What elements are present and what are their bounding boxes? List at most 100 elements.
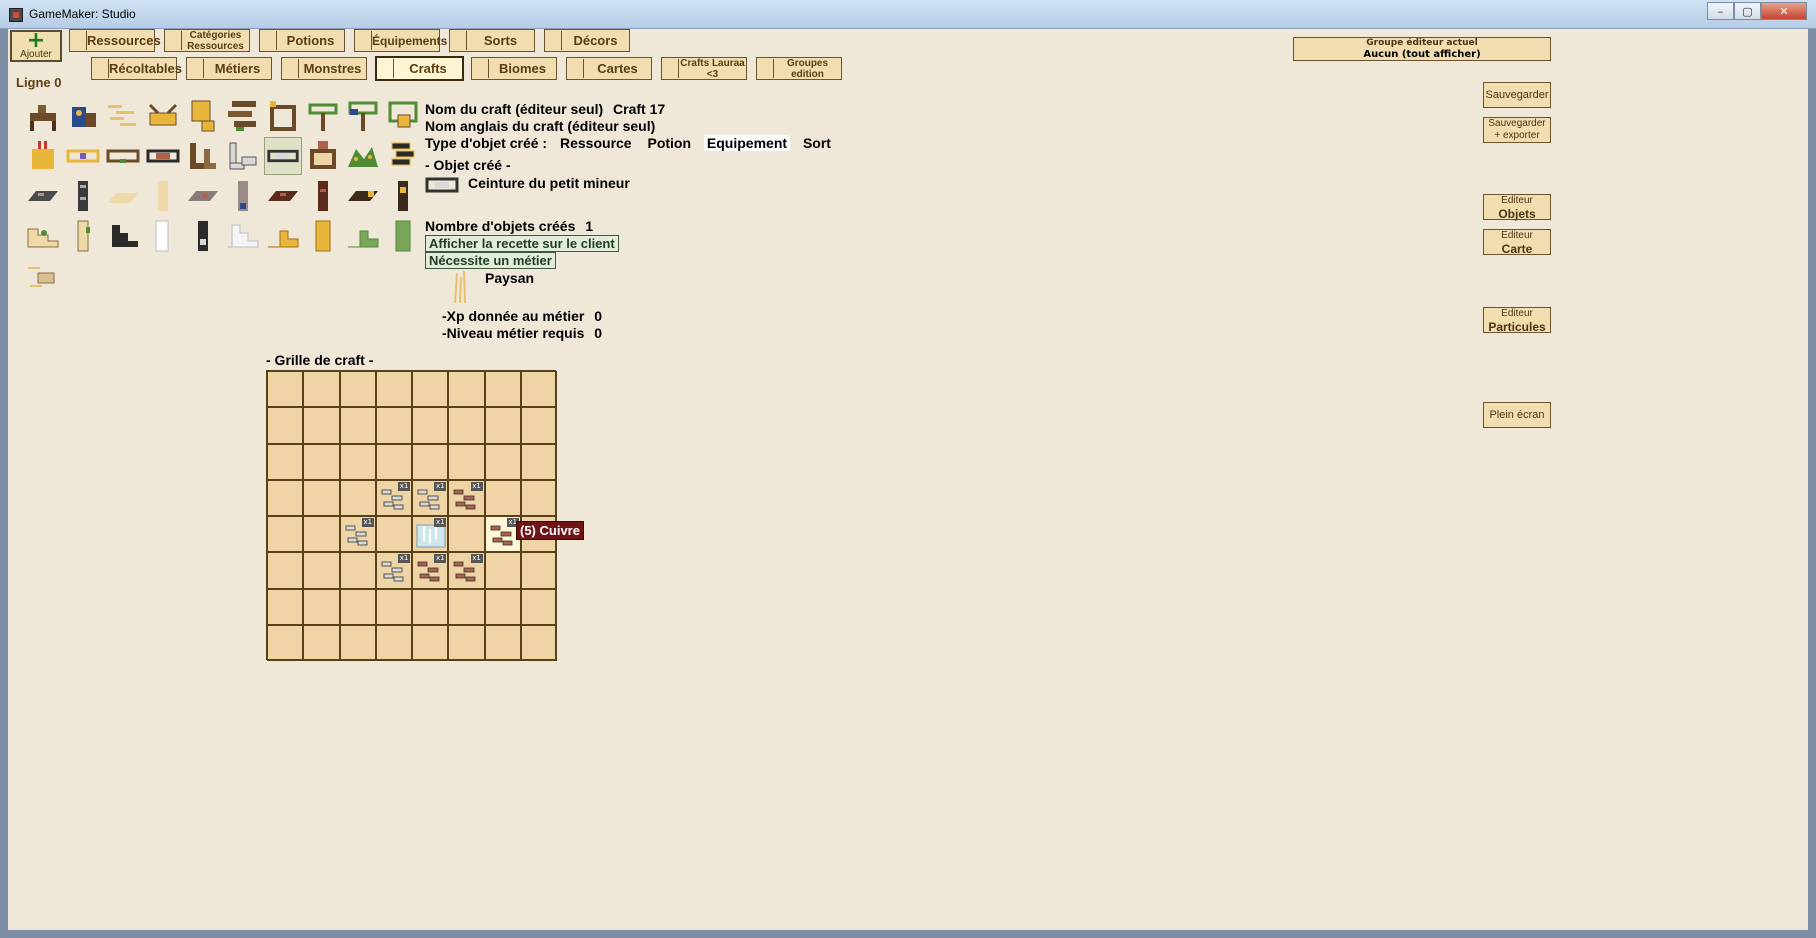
craft-grid-cell[interactable]: [339, 588, 376, 625]
craft-sprite-boots-icon[interactable]: [186, 139, 220, 173]
craft-sprite-ring-icon[interactable]: [66, 139, 100, 173]
craft-sprite-frame-icon[interactable]: [266, 99, 300, 133]
craft-sprite-granite-slab-icon[interactable]: [186, 179, 220, 213]
tab-decors[interactable]: Décors: [544, 29, 630, 52]
craft-grid-cell[interactable]: [484, 588, 521, 625]
save-export-button[interactable]: Sauvegarder + exporter: [1483, 117, 1551, 143]
level-value[interactable]: 0: [594, 325, 602, 341]
craft-grid-cell[interactable]: x1: [412, 479, 449, 516]
craft-grid-cell[interactable]: x1: [375, 479, 412, 516]
craft-sprite-granite-pillar-icon[interactable]: [226, 179, 260, 213]
craft-sprite-white-stairs-icon[interactable]: [226, 219, 260, 253]
craft-grid-cell[interactable]: x1: [448, 479, 485, 516]
craft-sprite-white-column-icon[interactable]: [146, 219, 180, 253]
craft-sprite-planks-icon[interactable]: [106, 99, 140, 133]
craft-sprite-dark-column-icon[interactable]: [186, 219, 220, 253]
type-option-ressource[interactable]: Ressource: [557, 135, 635, 151]
craft-grid-cell[interactable]: [375, 588, 412, 625]
craft-grid-cell[interactable]: [303, 371, 340, 408]
craft-grid-cell[interactable]: [375, 624, 412, 661]
craft-sprite-bookshelf-icon[interactable]: [66, 99, 100, 133]
tab-checkbox[interactable]: [546, 31, 562, 50]
tab-checkbox[interactable]: [166, 31, 182, 50]
craft-grid-cell[interactable]: [267, 552, 304, 589]
tab-checkbox[interactable]: [758, 59, 774, 78]
craft-grid-cell[interactable]: [412, 371, 449, 408]
craft-sprite-chair-icon[interactable]: [186, 99, 220, 133]
craft-grid-cell[interactable]: [520, 588, 557, 625]
craft-sprite-belt-iron-icon[interactable]: [264, 137, 302, 175]
craft-sprite-sand-stairs-icon[interactable]: [26, 219, 60, 253]
craft-grid-cell[interactable]: [303, 588, 340, 625]
tab-potions[interactable]: Potions: [259, 29, 345, 52]
show-recipe-toggle[interactable]: Afficher la recette sur le client: [425, 235, 619, 252]
tab-checkbox[interactable]: [568, 59, 584, 78]
editor-group-selector[interactable]: Groupe éditeur actuel Aucun (tout affich…: [1293, 37, 1551, 61]
editor-particules-button[interactable]: Editeur Particules: [1483, 307, 1551, 334]
craft-grid-cell[interactable]: [267, 479, 304, 516]
craft-grid-cell[interactable]: [267, 624, 304, 661]
craft-grid-cell[interactable]: [448, 371, 485, 408]
tab-cartes[interactable]: Cartes: [566, 57, 652, 80]
craft-grid-cell[interactable]: [375, 516, 412, 553]
craft-sprite-tree-icon[interactable]: [306, 99, 340, 133]
tab-checkbox[interactable]: [356, 31, 372, 50]
craft-sprite-leaf-stairs-icon[interactable]: [346, 219, 380, 253]
craft-grid-cell[interactable]: [375, 443, 412, 480]
craft-grid-cell[interactable]: [448, 624, 485, 661]
craft-grid-cell[interactable]: [339, 624, 376, 661]
minimize-button[interactable]: –: [1707, 2, 1734, 20]
craft-sprite-leaf-column-icon[interactable]: [386, 219, 420, 253]
craft-sprite-lantern-icon[interactable]: [26, 139, 60, 173]
created-count-value[interactable]: 1: [585, 218, 593, 234]
craft-grid-cell[interactable]: [520, 371, 557, 408]
craft-sprite-workbench-icon[interactable]: [26, 99, 60, 133]
craft-grid-cell[interactable]: [520, 552, 557, 589]
craft-grid-cell[interactable]: x1: [412, 516, 449, 553]
craft-grid-cell[interactable]: [267, 371, 304, 408]
craft-grid-cell[interactable]: [339, 443, 376, 480]
tab-checkbox[interactable]: [378, 59, 394, 78]
needs-job-toggle[interactable]: Nécessite un métier: [425, 252, 556, 269]
craft-sprite-brick-slab-icon[interactable]: [266, 179, 300, 213]
craft-grid-cell[interactable]: [339, 479, 376, 516]
craft-grid-cell[interactable]: [303, 624, 340, 661]
craft-grid-cell[interactable]: [339, 407, 376, 444]
tab-biomes[interactable]: Biomes: [471, 57, 557, 80]
tab-checkbox[interactable]: [71, 31, 87, 50]
craft-grid-cell[interactable]: [303, 407, 340, 444]
craft-sprite-boots-iron-icon[interactable]: [226, 139, 260, 173]
craft-grid-cell[interactable]: [303, 479, 340, 516]
type-option-potion[interactable]: Potion: [644, 135, 694, 151]
craft-grid-cell[interactable]: [267, 443, 304, 480]
craft-grid-cell[interactable]: [520, 479, 557, 516]
craft-sprite-gold-stairs-icon[interactable]: [266, 219, 300, 253]
craft-grid-cell[interactable]: [303, 443, 340, 480]
craft-grid-cell[interactable]: [520, 407, 557, 444]
wheat-job-icon[interactable]: [449, 269, 471, 305]
craft-grid-cell[interactable]: x1: [448, 552, 485, 589]
maximize-button[interactable]: ▢: [1734, 2, 1761, 20]
save-button[interactable]: Sauvegarder: [1483, 82, 1551, 108]
fullscreen-button[interactable]: Plein écran: [1483, 402, 1551, 428]
window-titlebar[interactable]: GameMaker: Studio – ▢ ✕: [0, 0, 1816, 29]
tab-checkbox[interactable]: [473, 59, 489, 78]
craft-grid-cell[interactable]: [267, 516, 304, 553]
craft-grid-cell[interactable]: [484, 479, 521, 516]
craft-sprite-gold-column-icon[interactable]: [306, 219, 340, 253]
craft-grid-cell[interactable]: [448, 407, 485, 444]
craft-name-value[interactable]: Craft 17: [613, 101, 665, 117]
tab-checkbox[interactable]: [188, 59, 204, 78]
tab-metiers[interactable]: Métiers: [186, 57, 272, 80]
craft-grid-cell[interactable]: [448, 443, 485, 480]
craft-english-name-label[interactable]: Nom anglais du craft (éditeur seul): [425, 118, 655, 134]
craft-grid-cell[interactable]: [412, 588, 449, 625]
tab-checkbox[interactable]: [261, 31, 277, 50]
tab-sorts[interactable]: Sorts: [449, 29, 535, 52]
craft-sprite-stone-stairs-icon[interactable]: [106, 219, 140, 253]
craft-grid-cell[interactable]: [375, 371, 412, 408]
craft-grid-cell[interactable]: [484, 371, 521, 408]
craft-sprite-stone-slab-icon[interactable]: [26, 179, 60, 213]
tab-categories-ressources[interactable]: Catégories Ressources: [164, 29, 250, 52]
created-object-belt-icon[interactable]: [425, 175, 461, 195]
